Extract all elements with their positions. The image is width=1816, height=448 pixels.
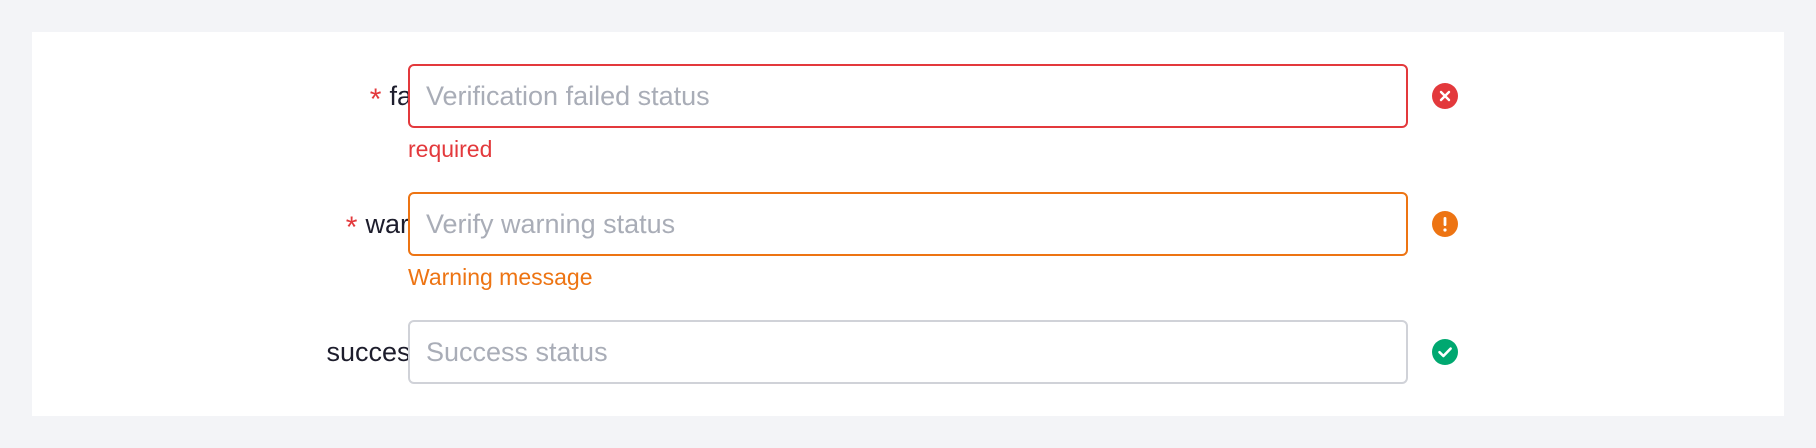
required-mark: * (345, 211, 358, 244)
error-circle-icon (1432, 211, 1458, 237)
warn-input[interactable] (408, 192, 1408, 256)
form-item-warn: *warn Warning message (32, 192, 1784, 290)
form-item-success: success (32, 320, 1784, 384)
error-message: required (408, 136, 493, 162)
form-card: *fail required *warn Warning message suc… (32, 32, 1784, 416)
close-circle-icon (1432, 83, 1458, 109)
success-input[interactable] (408, 320, 1408, 384)
form-item-fail: *fail required (32, 64, 1784, 162)
fail-input[interactable] (408, 64, 1408, 128)
required-mark: * (369, 83, 382, 116)
check-circle-icon (1432, 339, 1458, 365)
warning-message: Warning message (408, 264, 593, 290)
